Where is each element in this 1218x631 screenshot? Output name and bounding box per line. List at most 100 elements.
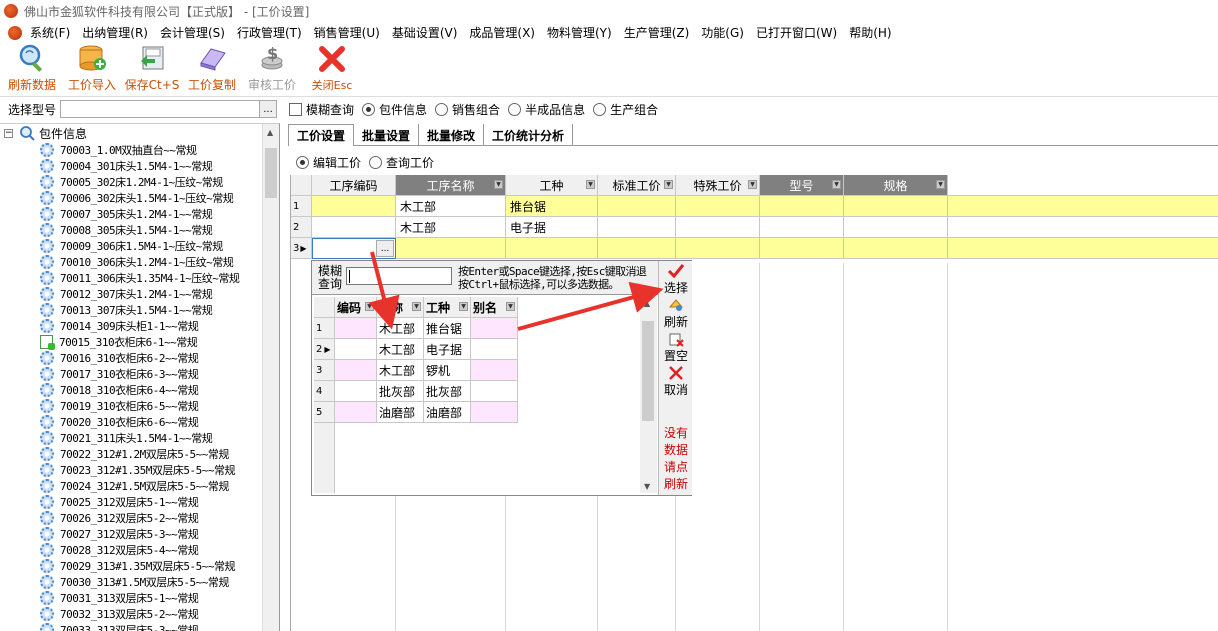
fuzzy-query-checkbox[interactable]: 模糊查询 <box>277 101 354 118</box>
import-price-button[interactable]: 工价导入 <box>62 43 122 95</box>
close-button[interactable]: 关闭Esc <box>302 43 362 95</box>
cell-special-price[interactable] <box>676 217 760 238</box>
tree-item[interactable]: 70021_311床头1.5M4-1~~常规 <box>0 430 279 446</box>
cell-name[interactable] <box>396 238 506 259</box>
menu-admin[interactable]: 行政管理(T) <box>231 24 308 41</box>
menu-production[interactable]: 生产管理(Z) <box>618 24 696 41</box>
collapse-icon[interactable]: − <box>4 128 13 138</box>
tree-item[interactable]: 70005_302床1.2M4-1~压纹~常规 <box>0 174 279 190</box>
cell-special-price[interactable] <box>676 238 760 259</box>
header-spec[interactable]: 规格 ▼ <box>844 175 948 196</box>
cancel-button[interactable]: 取消 <box>659 365 693 398</box>
tree-item[interactable]: 70003_1.0M双抽直台~~常规 <box>0 142 279 158</box>
tree-root[interactable]: − 包件信息 <box>0 124 279 142</box>
menu-open-windows[interactable]: 已打开窗口(W) <box>750 24 843 41</box>
popup-cell-name[interactable]: 木工部 <box>377 360 424 381</box>
menu-system[interactable]: 系统(F) <box>24 24 76 41</box>
filter-dropdown-icon[interactable]: ▼ <box>494 180 503 189</box>
table-row[interactable]: 2 木工部 电子据 <box>291 217 1218 238</box>
tab-batch-setting[interactable]: 批量设置 <box>354 124 420 146</box>
menu-help[interactable]: 帮助(H) <box>843 24 897 41</box>
tree-item[interactable]: 70012_307床头1.2M4-1~~常规 <box>0 286 279 302</box>
tree-item[interactable]: 70007_305床头1.2M4-1~~常规 <box>0 206 279 222</box>
tree-item[interactable]: 70032_313双层床5-2~~常规 <box>0 606 279 622</box>
popup-cell-alias[interactable] <box>471 402 518 423</box>
cell-name[interactable]: 木工部 <box>396 217 506 238</box>
filter-dropdown-icon[interactable]: ▼ <box>459 302 468 311</box>
popup-cell-code[interactable] <box>335 339 377 360</box>
cell-type[interactable]: 电子据 <box>506 217 598 238</box>
tree-item[interactable]: 70020_310衣柜床6-6~~常规 <box>0 414 279 430</box>
popup-cell-alias[interactable] <box>471 318 518 339</box>
tree-item[interactable]: 70025_312双层床5-1~~常规 <box>0 494 279 510</box>
tree-item[interactable]: 70028_312双层床5-4~~常规 <box>0 542 279 558</box>
table-row[interactable]: 3 ▶ ... <box>291 238 1218 259</box>
tree-item[interactable]: 70031_313双层床5-1~~常规 <box>0 590 279 606</box>
popup-cell-code[interactable] <box>335 402 377 423</box>
popup-cell-type[interactable]: 推台锯 <box>424 318 471 339</box>
table-row[interactable]: 1 木工部 推台锯 <box>291 196 1218 217</box>
menu-accounting[interactable]: 会计管理(S) <box>154 24 231 41</box>
scroll-up-icon[interactable]: ▲ <box>644 299 650 308</box>
tab-batch-modify[interactable]: 批量修改 <box>419 124 485 146</box>
cell-standard-price[interactable] <box>598 196 676 217</box>
audit-price-button[interactable]: $ 审核工价 <box>242 43 302 95</box>
model-browse-button[interactable]: ... <box>259 100 278 118</box>
radio-sales-combo[interactable]: 销售组合 <box>427 101 500 118</box>
popup-cell-code[interactable] <box>335 318 377 339</box>
tree-item[interactable]: 70023_312#1.35M双层床5-5~~常规 <box>0 462 279 478</box>
cell-special-price[interactable] <box>676 196 760 217</box>
cell-model[interactable] <box>760 238 844 259</box>
tab-price-setting[interactable]: 工价设置 <box>288 124 355 146</box>
popup-header-type[interactable]: 工种 ▼ <box>424 297 471 318</box>
popup-header-alias[interactable]: 别名 ▼ <box>471 297 518 318</box>
popup-cell-name[interactable]: 批灰部 <box>377 381 424 402</box>
cell-model[interactable] <box>760 196 844 217</box>
cell-type[interactable]: 推台锯 <box>506 196 598 217</box>
filter-dropdown-icon[interactable]: ▼ <box>748 180 757 189</box>
refresh-button[interactable]: 刷新 <box>659 297 693 330</box>
popup-cell-type[interactable]: 油磨部 <box>424 402 471 423</box>
menu-cashier[interactable]: 出纳管理(R) <box>76 24 154 41</box>
cell-code[interactable] <box>312 217 396 238</box>
menu-basic-settings[interactable]: 基础设置(V) <box>386 24 464 41</box>
tree-item[interactable]: 70019_310衣柜床6-5~~常规 <box>0 398 279 414</box>
radio-semi-product[interactable]: 半成品信息 <box>500 101 585 118</box>
header-work-type[interactable]: 工种 ▼ <box>506 175 598 196</box>
tab-price-statistics[interactable]: 工价统计分析 <box>484 124 574 146</box>
popup-cell-name[interactable]: 油磨部 <box>377 402 424 423</box>
cell-name[interactable]: 木工部 <box>396 196 506 217</box>
model-input[interactable] <box>60 100 261 118</box>
popup-cell-alias[interactable] <box>471 360 518 381</box>
scroll-up-icon[interactable]: ▲ <box>267 128 273 137</box>
radio-package-info[interactable]: 包件信息 <box>354 101 427 118</box>
scroll-down-icon[interactable]: ▼ <box>644 482 650 491</box>
cell-spec[interactable] <box>844 196 948 217</box>
popup-cell-name[interactable]: 木工部 <box>377 318 424 339</box>
menu-material[interactable]: 物料管理(Y) <box>541 24 618 41</box>
cell-type[interactable] <box>506 238 598 259</box>
tree-item[interactable]: 70029_313#1.35M双层床5-5~~常规 <box>0 558 279 574</box>
tree-item[interactable]: 70010_306床头1.2M4-1~压纹~常规 <box>0 254 279 270</box>
popup-cell-code[interactable] <box>335 360 377 381</box>
app-menu-icon[interactable] <box>8 25 22 40</box>
cell-spec[interactable] <box>844 238 948 259</box>
tree-item[interactable]: 70027_312双层床5-3~~常规 <box>0 526 279 542</box>
menu-product[interactable]: 成品管理(X) <box>463 24 541 41</box>
popup-cell-type[interactable]: 批灰部 <box>424 381 471 402</box>
tree-item[interactable]: 70016_310衣柜床6-2~~常规 <box>0 350 279 366</box>
popup-header-name[interactable]: 名称 ▼ <box>377 297 424 318</box>
tree-item[interactable]: 70030_313#1.5M双层床5-5~~常规 <box>0 574 279 590</box>
copy-price-button[interactable]: 工价复制 <box>182 43 242 95</box>
menu-sales[interactable]: 销售管理(U) <box>308 24 386 41</box>
radio-query-price[interactable]: 查询工价 <box>361 154 434 171</box>
cell-model[interactable] <box>760 217 844 238</box>
header-model[interactable]: 型号 ▼ <box>760 175 844 196</box>
tree-item[interactable]: 70026_312双层床5-2~~常规 <box>0 510 279 526</box>
header-process-name[interactable]: 工序名称 ▼ <box>396 175 506 196</box>
popup-cell-name[interactable]: 木工部 <box>377 339 424 360</box>
save-button[interactable]: 保存Ct+S <box>122 43 182 95</box>
tree-item[interactable]: 70004_301床头1.5M4-1~~常规 <box>0 158 279 174</box>
popup-cell-code[interactable] <box>335 381 377 402</box>
popup-search-input[interactable] <box>346 267 452 285</box>
